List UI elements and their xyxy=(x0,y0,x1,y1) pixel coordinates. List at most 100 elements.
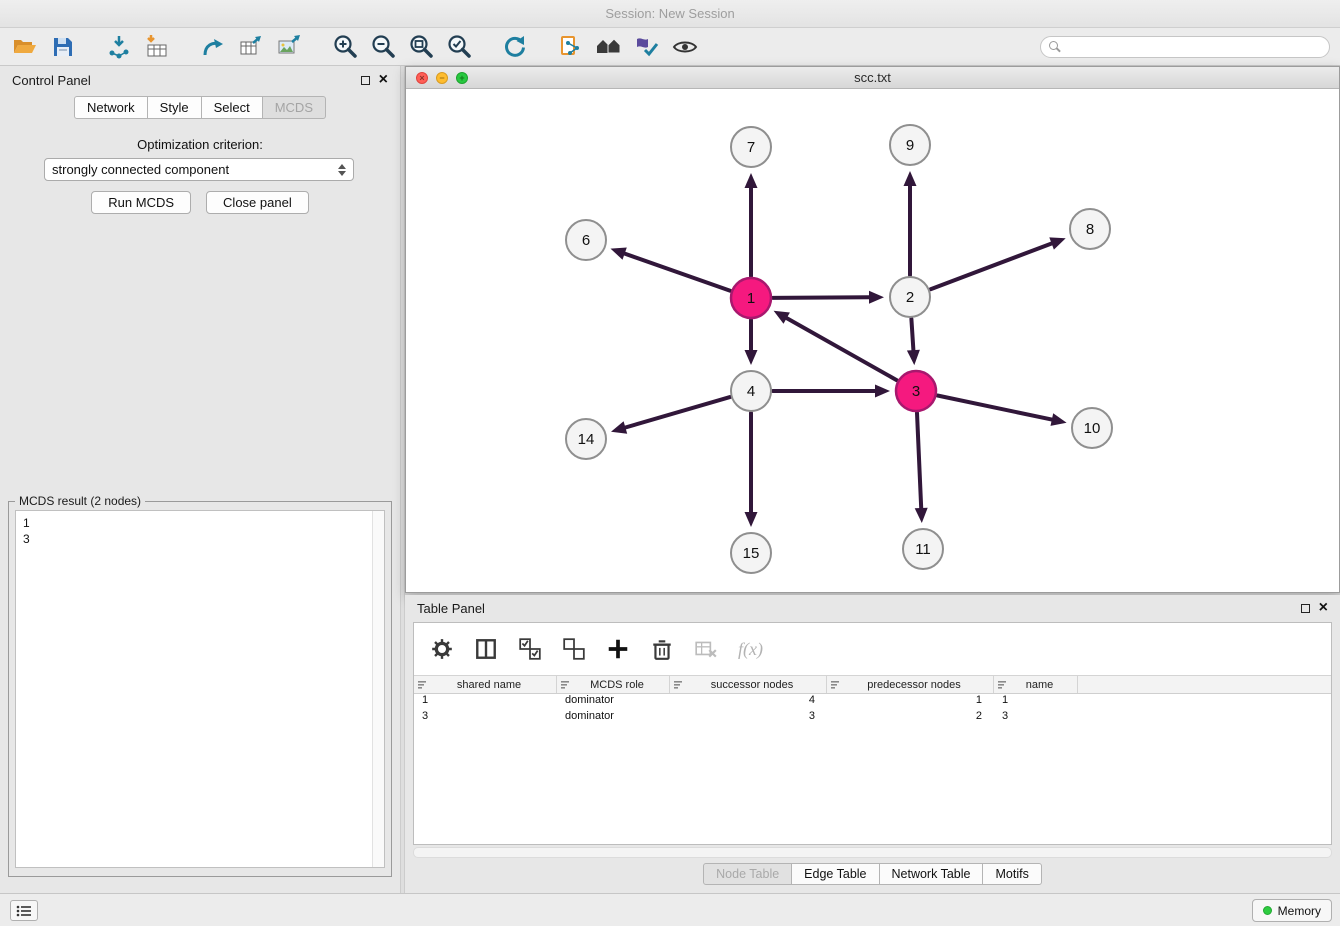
new-network-button[interactable] xyxy=(198,32,228,62)
tab-edge-table[interactable]: Edge Table xyxy=(792,863,879,885)
delete-column-button[interactable] xyxy=(650,637,674,661)
open-session-button[interactable] xyxy=(10,32,40,62)
home-icon xyxy=(596,34,622,60)
tab-network[interactable]: Network xyxy=(74,96,148,119)
zoom-selected-button[interactable] xyxy=(444,32,474,62)
close-panel-icon[interactable]: × xyxy=(379,72,388,88)
network-edge-1-6[interactable] xyxy=(611,248,731,291)
float-panel-icon[interactable] xyxy=(361,76,370,85)
network-edge-4-14[interactable] xyxy=(611,397,730,434)
network-node-2[interactable]: 2 xyxy=(890,277,930,317)
network-canvas[interactable]: 7 9 6 8 1 2 4 3 10 14 15 11 xyxy=(406,89,1339,592)
network-edge-3-10[interactable] xyxy=(938,396,1067,426)
tab-style[interactable]: Style xyxy=(148,96,202,119)
mcds-result-area[interactable]: 1 3 xyxy=(15,510,385,868)
network-node-11[interactable]: 11 xyxy=(903,529,943,569)
table-cell[interactable]: dominator xyxy=(557,710,670,726)
table-cell[interactable]: 1 xyxy=(827,694,994,710)
function-builder-button[interactable]: f(x) xyxy=(738,639,763,660)
close-panel-button[interactable]: Close panel xyxy=(206,191,309,214)
network-edge-3-1[interactable] xyxy=(774,311,897,380)
panel-list-button[interactable] xyxy=(10,900,38,921)
table-cell[interactable]: 1 xyxy=(994,694,1078,710)
run-mcds-button[interactable]: Run MCDS xyxy=(91,191,191,214)
zoom-in-button[interactable] xyxy=(330,32,360,62)
network-overview-button[interactable] xyxy=(556,32,586,62)
zoom-out-button[interactable] xyxy=(368,32,398,62)
network-edge-1-7[interactable] xyxy=(745,173,758,276)
unchecked-boxes-icon xyxy=(562,637,586,661)
zoom-fit-button[interactable] xyxy=(406,32,436,62)
show-graphics-details-button[interactable] xyxy=(670,32,700,62)
save-session-button[interactable] xyxy=(48,32,78,62)
column-header-predecessor-nodes[interactable]: predecessor nodes xyxy=(827,676,994,693)
close-window-button[interactable]: × xyxy=(416,72,428,84)
network-edge-2-3[interactable] xyxy=(907,319,920,365)
network-edge-4-15[interactable] xyxy=(745,413,758,527)
table-cell[interactable]: 1 xyxy=(414,694,557,710)
minimize-window-button[interactable]: − xyxy=(436,72,448,84)
delete-table-button[interactable] xyxy=(694,637,718,661)
network-node-1[interactable]: 1 xyxy=(731,278,771,318)
network-node-9[interactable]: 9 xyxy=(890,125,930,165)
show-columns-button[interactable] xyxy=(474,637,498,661)
network-edge-3-11[interactable] xyxy=(915,413,928,523)
network-edge-2-9[interactable] xyxy=(904,171,917,275)
refresh-view-button[interactable] xyxy=(500,32,530,62)
table-cell[interactable]: 3 xyxy=(670,710,827,726)
close-table-panel-icon[interactable]: × xyxy=(1319,600,1328,616)
select-all-columns-button[interactable] xyxy=(518,637,542,661)
list-icon xyxy=(16,905,32,917)
network-window-titlebar[interactable]: × − + scc.txt xyxy=(406,67,1339,89)
network-node-6[interactable]: 6 xyxy=(566,220,606,260)
table-cell[interactable]: 3 xyxy=(414,710,557,726)
column-header-shared-name[interactable]: shared name xyxy=(414,676,557,693)
gear-icon xyxy=(430,637,454,661)
network-node-10[interactable]: 10 xyxy=(1072,408,1112,448)
network-node-7[interactable]: 7 xyxy=(731,127,771,167)
deselect-all-columns-button[interactable] xyxy=(562,637,586,661)
network-edge-2-8[interactable] xyxy=(931,237,1066,289)
svg-text:15: 15 xyxy=(743,545,760,562)
sort-icon xyxy=(998,680,1008,690)
table-cell[interactable]: 2 xyxy=(827,710,994,726)
float-table-panel-icon[interactable] xyxy=(1301,604,1310,613)
tab-motifs[interactable]: Motifs xyxy=(983,863,1041,885)
maximize-window-button[interactable]: + xyxy=(456,72,468,84)
network-search-input[interactable] xyxy=(1040,36,1330,58)
home-layout-button[interactable] xyxy=(594,32,624,62)
import-table-file-button[interactable] xyxy=(142,32,172,62)
table-row[interactable]: 1dominator411 xyxy=(414,694,1331,710)
import-network-file-button[interactable] xyxy=(104,32,134,62)
column-header-name[interactable]: name xyxy=(994,676,1078,693)
table-cell[interactable]: 3 xyxy=(994,710,1078,726)
network-node-14[interactable]: 14 xyxy=(566,419,606,459)
network-node-3[interactable]: 3 xyxy=(896,371,936,411)
tab-select[interactable]: Select xyxy=(202,96,263,119)
apply-style-button[interactable] xyxy=(632,32,662,62)
table-horizontal-scrollbar[interactable] xyxy=(413,847,1332,858)
network-node-4[interactable]: 4 xyxy=(731,371,771,411)
tab-network-table[interactable]: Network Table xyxy=(880,863,984,885)
column-header-MCDS-role[interactable]: MCDS role xyxy=(557,676,670,693)
network-edge-1-2[interactable] xyxy=(773,291,884,304)
new-table-button[interactable] xyxy=(236,32,266,62)
memory-button[interactable]: Memory xyxy=(1252,899,1332,922)
network-node-8[interactable]: 8 xyxy=(1070,209,1110,249)
export-image-button[interactable] xyxy=(274,32,304,62)
criterion-select[interactable]: strongly connected component xyxy=(44,158,354,181)
scrollbar[interactable] xyxy=(372,511,384,867)
network-edge-1-4[interactable] xyxy=(745,320,758,365)
network-edge-4-3[interactable] xyxy=(773,385,890,398)
create-column-button[interactable] xyxy=(606,637,630,661)
table-row[interactable]: 3dominator323 xyxy=(414,710,1331,726)
table-cell[interactable]: dominator xyxy=(557,694,670,710)
table-cell[interactable]: 4 xyxy=(670,694,827,710)
svg-text:8: 8 xyxy=(1086,221,1094,238)
open-folder-icon xyxy=(12,34,38,60)
column-header-successor-nodes[interactable]: successor nodes xyxy=(670,676,827,693)
table-settings-button[interactable] xyxy=(430,637,454,661)
tab-mcds[interactable]: MCDS xyxy=(263,96,326,119)
tab-node-table[interactable]: Node Table xyxy=(703,863,792,885)
network-node-15[interactable]: 15 xyxy=(731,533,771,573)
